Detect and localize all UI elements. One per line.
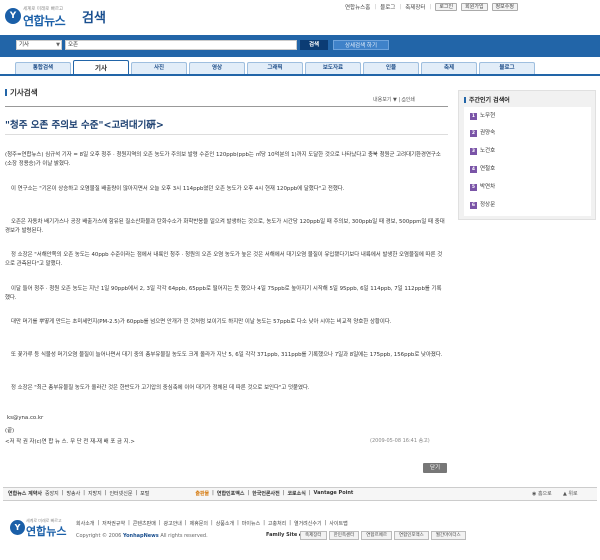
footer-copyright: Copyright © 2006 YonhapNews All rights r… (76, 533, 208, 539)
search-tabs: 통합검색 기사 사진 영상 그래픽 보도자료 인물 축제 블로그 (15, 60, 537, 75)
page-title: 검색 (82, 11, 106, 26)
logo-mark-icon: Y (5, 8, 21, 24)
reporter-email[interactable]: ks@yna.co.kr (7, 415, 43, 421)
footer-link-publications[interactable]: 출판물 (195, 490, 209, 497)
article-title: "청주 오존 주의보 수준"<고려대기硏> (5, 120, 164, 131)
footer-nav-item[interactable]: 상품소개 (216, 520, 234, 527)
footer-partner-links: 연합뉴스 계약사 중앙지 | 방송사 | 지방지 | 인터넷신문 | 포털 출판물 | 연… (8, 490, 354, 497)
edit-info-button[interactable]: 정보수정 (491, 3, 518, 11)
article-paragraph: 정 소장은 "최근 총부유물질 농도가 올라간 것은 한반도가 고기압의 중심축… (11, 385, 310, 391)
back-to-top-link[interactable]: ▲ 위로 (563, 491, 578, 497)
detail-search-button[interactable]: 상세검색 하기 (333, 40, 389, 50)
logo-name: 연합뉴스 (23, 14, 66, 28)
search-button[interactable]: 검색 (300, 40, 328, 50)
article-paragraph: 이달 들어 청주 · 청원 오존 농도는 지난 1일 90ppb에서 2, 3일… (5, 286, 442, 301)
search-category-select[interactable]: 기사 ▼ (16, 40, 62, 50)
chevron-down-icon: ▼ (56, 42, 60, 48)
keyword-item[interactable]: 5 박연차 (470, 182, 495, 191)
article-paragraph: 오존은 자동차 배기가스나 공장 배출가스에 함유된 질소산화물과 탄화수소가 … (5, 219, 445, 234)
footer-nav-item[interactable]: 열거려신수기 (294, 520, 322, 527)
tab-articles[interactable]: 기사 (73, 60, 129, 75)
article-paragraph: 또 꽃가루 등 식물성 머기오염 물질이 늘어나면서 대기 중의 총부유물질 농… (11, 352, 443, 358)
keyword-item[interactable]: 2 권양숙 (470, 128, 495, 137)
family-site-label: Family Site ▸ (266, 532, 302, 538)
link-blog[interactable]: 블로그 (380, 3, 395, 11)
home-link[interactable]: ◉ 홈으로 (532, 491, 552, 497)
signup-button[interactable]: 회원가입 (461, 3, 488, 11)
footer-link[interactable]: 중앙지 (45, 490, 59, 497)
footer-link[interactable]: 인터넷신문 (109, 490, 132, 497)
article-tools[interactable]: 내용보기 ▼ | ⎙인쇄 (373, 96, 415, 103)
keyword-item[interactable]: 1 노무현 (470, 111, 495, 120)
link-yonhap-home[interactable]: 연합뉴스홈 (345, 3, 370, 11)
footer-link-news[interactable]: 코로소식 (287, 490, 305, 497)
footer-nav-item[interactable]: 고충처리 (268, 520, 286, 527)
footer-nav-item[interactable]: 회사소개 (76, 520, 94, 527)
family-site-button[interactable]: 월간마이더스 (430, 531, 466, 540)
article-copyright: <저 작 권 자(c)연 합 뉴 스. 무 단 전 재-재 배 포 금 지.> (5, 439, 135, 445)
footer-nav-item[interactable]: 저작권규약 (102, 520, 125, 527)
logo-mark-icon: Y (10, 520, 25, 535)
family-site-button[interactable]: 연합인포맥스 (393, 531, 429, 540)
footer-nav-item[interactable]: 콘텐츠판매 (133, 520, 156, 527)
footer-nav-item[interactable]: 사이트맵 (329, 520, 347, 527)
top-links: 연합뉴스홈 | 블로그 | 축제장터 | 로그인 회원가입 정보수정 (345, 3, 518, 11)
article-paragraph: 정 소장은 "서해안쪽의 오존 농도는 40ppb 수준이라는 점에서 내륙인 … (5, 252, 443, 267)
footer-link[interactable]: 방송사 (66, 490, 80, 497)
divider (5, 106, 448, 107)
yonhap-logo[interactable]: Y 세계로 미래로 빠르고 연합뉴스 (5, 6, 125, 28)
divider (5, 134, 448, 135)
article-paragraph: 대만 머기를 뿌옇게 만드는 초미세먼지(PM-2.5)가 60ppb를 넘으면… (11, 319, 392, 325)
footer-nav: 회사소개 | 저작권규약 | 콘텐츠판매 | 광고안내 | 제휴문의 | 상품소개 | 마이… (76, 520, 348, 527)
keyword-item[interactable]: 3 노건호 (470, 146, 495, 155)
link-festival-market[interactable]: 축제장터 (405, 3, 425, 11)
family-site-button[interactable]: 한민족센터 (328, 531, 360, 540)
family-site-button[interactable]: 연합르페르 (361, 531, 392, 540)
family-site-button[interactable]: 축제장터 (300, 531, 327, 540)
article-paragraph: (청주=연합뉴스) 심규석 기자 = 8일 오후 청주 · 청원지역의 오존 농… (5, 152, 441, 167)
footer-partners-title: 연합뉴스 계약사 (8, 491, 42, 497)
footer-logo: Y 세계로 미래로 빠르고 연합뉴스 (10, 518, 70, 540)
keyword-item[interactable]: 4 연철호 (470, 164, 495, 173)
search-input[interactable]: 오존 (65, 40, 297, 50)
tab-underline (0, 74, 600, 76)
search-category-value: 기사 (19, 42, 30, 48)
footer-link-infomax[interactable]: 연합인포맥스 (217, 490, 245, 497)
content-heading: 기사검색 (5, 87, 38, 98)
footer-top-links: ◉ 홈으로 ▲ 위로 (532, 490, 578, 497)
article-end-mark: (끝) (5, 428, 15, 434)
article-paragraph: 이 연구소는 "기온이 상승하고 오염물질 배출량이 많아지면서 오늘 오후 3… (11, 186, 345, 192)
footer-link[interactable]: 지방지 (88, 490, 102, 497)
popular-keywords-title: 주간인기 검색어 (464, 95, 510, 104)
family-site-buttons: 축제장터 한민족센터 연합르페르 연합인포맥스 월간마이더스 (300, 531, 466, 540)
keyword-item[interactable]: 6 정상문 (470, 200, 495, 209)
article-date: (2009-05-08 16:41 송고) (370, 438, 430, 444)
login-button[interactable]: 로그인 (435, 3, 458, 11)
footer-link-press-dictionary[interactable]: 한국언론사전 (252, 490, 280, 497)
footer-link-vantage-point[interactable]: Vantage Point (314, 490, 354, 497)
footer-nav-item[interactable]: 제휴문의 (190, 520, 208, 527)
footer-nav-item[interactable]: 마이뉴스 (242, 520, 260, 527)
close-button[interactable]: 닫기 (423, 463, 447, 473)
footer-nav-item[interactable]: 광고안내 (164, 520, 182, 527)
footer-link[interactable]: 포털 (140, 490, 149, 497)
